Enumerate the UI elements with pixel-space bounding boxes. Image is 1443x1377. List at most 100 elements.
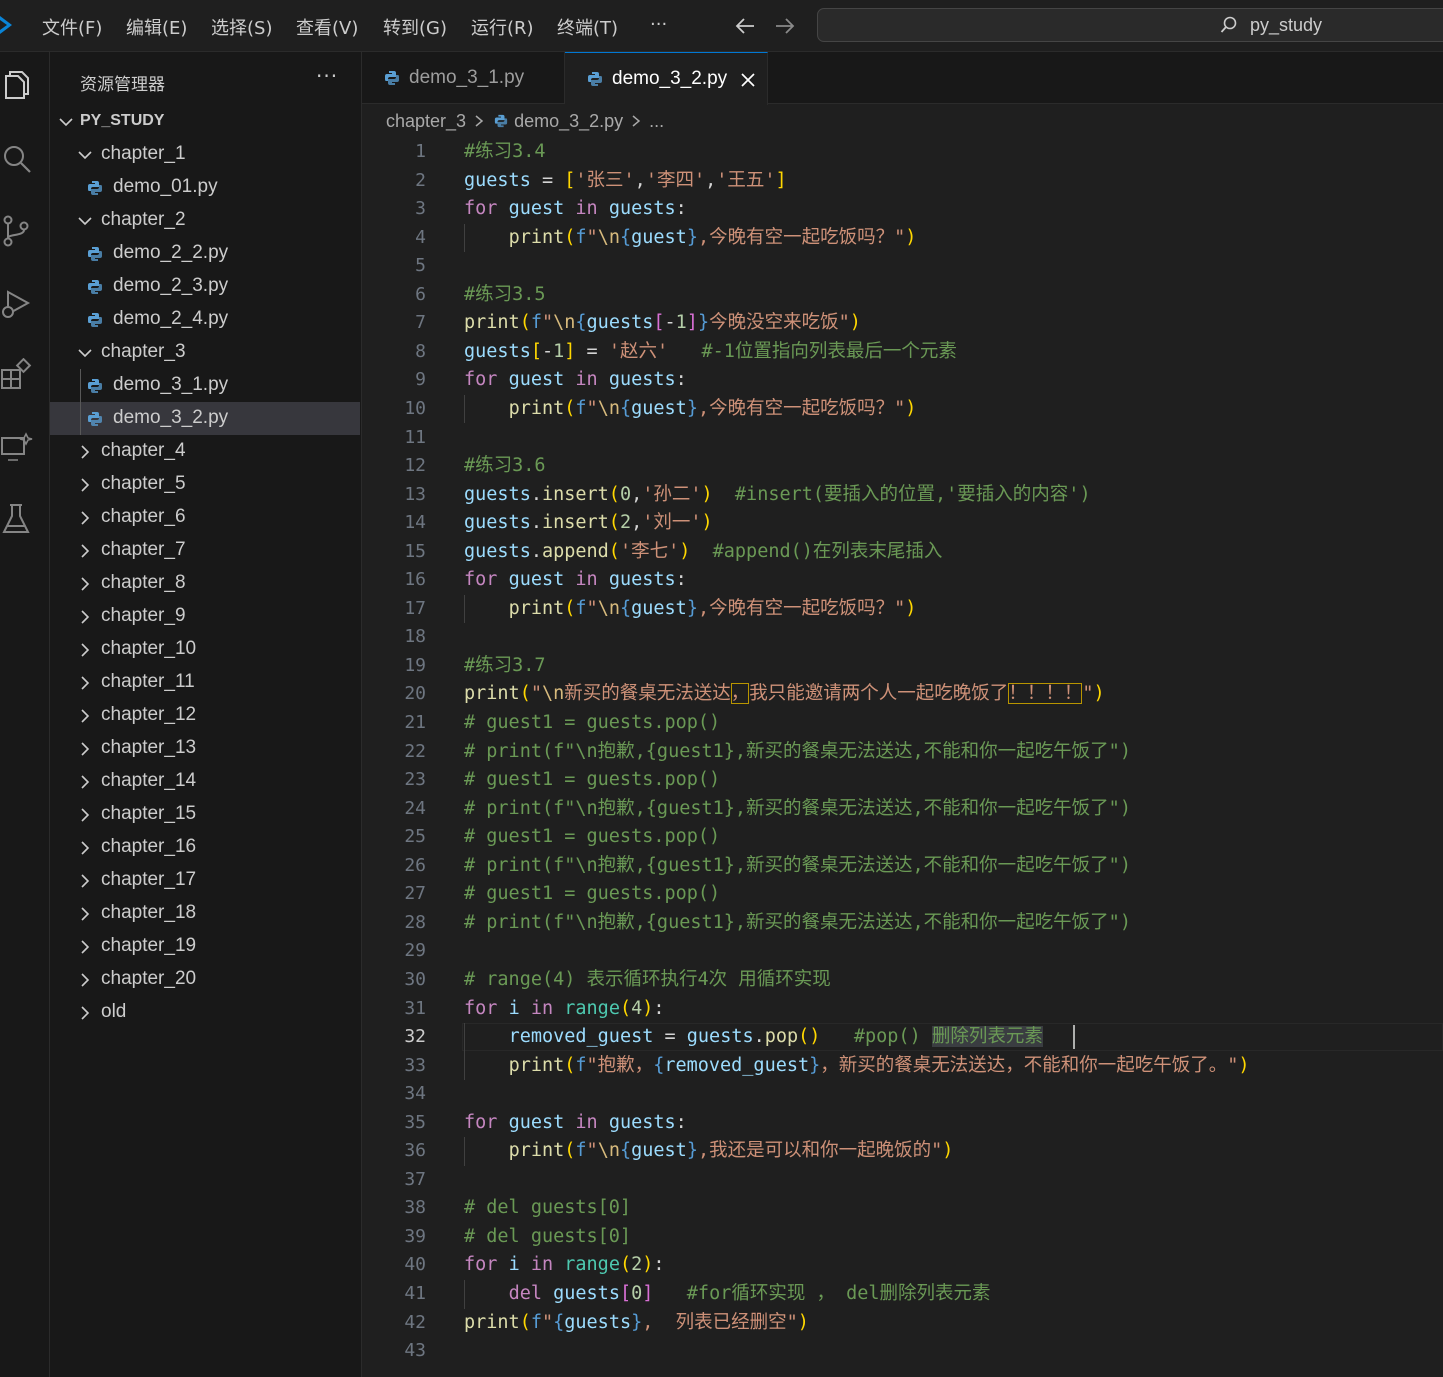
code-line[interactable]: 29: [362, 937, 1443, 965]
tree-file[interactable]: demo_2_2.py: [50, 237, 360, 270]
code-line[interactable]: 32 removed_guest = guests.pop() #pop() 删…: [362, 1023, 1443, 1051]
testing-flask-icon[interactable]: [0, 502, 34, 536]
code-line[interactable]: 17 print(f"\n{guest},今晚有空一起吃饭吗？"): [362, 595, 1443, 623]
code-line[interactable]: 11: [362, 424, 1443, 452]
tree-folder[interactable]: chapter_16: [50, 831, 360, 864]
code-line[interactable]: 27 # guest1 = guests.pop(): [362, 880, 1443, 908]
code-line[interactable]: 24 # print(f"\n抱歉,{guest1},新买的餐桌无法送达,不能和你…: [362, 795, 1443, 823]
tree-folder[interactable]: chapter_15: [50, 798, 360, 831]
code-line[interactable]: 23 # guest1 = guests.pop(): [362, 766, 1443, 794]
code-line[interactable]: 14 guests.insert(2,'刘一'): [362, 509, 1443, 537]
tree-folder[interactable]: chapter_4: [50, 435, 360, 468]
code-line[interactable]: 22 # print(f"\n抱歉,{guest1},新买的餐桌无法送达,不能和你…: [362, 738, 1443, 766]
menu-item[interactable]: 选择(S): [211, 14, 272, 40]
breadcrumb-folder[interactable]: chapter_3: [386, 111, 466, 131]
tree-file[interactable]: demo_2_3.py: [50, 270, 360, 303]
code-line[interactable]: 28 # print(f"\n抱歉,{guest1},新买的餐桌无法送达,不能和你…: [362, 909, 1443, 937]
code-line[interactable]: 13 guests.insert(0,'孙二') #insert(要插入的位置,'…: [362, 481, 1443, 509]
tree-folder[interactable]: chapter_3: [50, 336, 360, 369]
code-line[interactable]: 20 print("\n新买的餐桌无法送达，我只能邀请两个人一起吃晚饭了！！！！"…: [362, 680, 1443, 708]
tab-demo-3-1[interactable]: demo_3_1.py: [362, 52, 565, 104]
code-line[interactable]: 34: [362, 1080, 1443, 1108]
code-line[interactable]: 18: [362, 623, 1443, 651]
tab-demo-3-2[interactable]: demo_3_2.py: [565, 52, 768, 105]
tree-folder[interactable]: chapter_7: [50, 534, 360, 567]
code-editor[interactable]: 1 #练习3.4 2 guests = ['张三','李四','王五'] 3 for gu…: [362, 138, 1443, 1377]
menu-item[interactable]: 查看(V): [296, 14, 358, 40]
tree-folder[interactable]: chapter_13: [50, 732, 360, 765]
code-line[interactable]: 33 print(f"抱歉，{removed_guest}，新买的餐桌无法送达，…: [362, 1052, 1443, 1080]
code-line[interactable]: 1 #练习3.4: [362, 138, 1443, 166]
code-line[interactable]: 40 for i in range(2):: [362, 1251, 1443, 1279]
tree-file[interactable]: demo_01.py: [50, 171, 360, 204]
tree-file[interactable]: demo_2_4.py: [50, 303, 360, 336]
code-line[interactable]: 26 # print(f"\n抱歉,{guest1},新买的餐桌无法送达,不能和你…: [362, 852, 1443, 880]
run-debug-icon[interactable]: [0, 286, 34, 320]
tree-folder[interactable]: chapter_6: [50, 501, 360, 534]
menu-item[interactable]: 转到(G): [383, 14, 447, 40]
command-center-search[interactable]: py_study: [817, 8, 1443, 42]
code-line[interactable]: 43: [362, 1337, 1443, 1365]
code-line[interactable]: 3 for guest in guests:: [362, 195, 1443, 223]
workspace-root-folder[interactable]: PY_STUDY: [50, 109, 360, 135]
code-line[interactable]: 30 # range(4) 表示循环执行4次 用循环实现: [362, 966, 1443, 994]
sidebar-more-actions-button[interactable]: ···: [316, 64, 338, 88]
extensions-icon[interactable]: [0, 358, 34, 392]
tree-folder[interactable]: chapter_8: [50, 567, 360, 600]
code-line[interactable]: 39 # del guests[0]: [362, 1223, 1443, 1251]
tree-folder[interactable]: chapter_10: [50, 633, 360, 666]
menu-item[interactable]: 终端(T): [557, 14, 618, 40]
code-line[interactable]: 12 #练习3.6: [362, 452, 1443, 480]
line-number: 34: [404, 1083, 426, 1105]
vscode-logo-icon[interactable]: [0, 12, 18, 38]
tree-folder[interactable]: chapter_17: [50, 864, 360, 897]
tree-folder[interactable]: chapter_9: [50, 600, 360, 633]
search-icon[interactable]: [0, 142, 34, 176]
code-line[interactable]: 10 print(f"\n{guest},今晚有空一起吃饭吗？"): [362, 395, 1443, 423]
code-line[interactable]: 15 guests.append('李七') #append()在列表末尾插入: [362, 538, 1443, 566]
tree-file[interactable]: demo_3_1.py: [50, 369, 360, 402]
code-line[interactable]: 4 print(f"\n{guest},今晚有空一起吃饭吗？"): [362, 224, 1443, 252]
code-line[interactable]: 35 for guest in guests:: [362, 1109, 1443, 1137]
code-line[interactable]: 6 #练习3.5: [362, 281, 1443, 309]
code-line[interactable]: 21 # guest1 = guests.pop(): [362, 709, 1443, 737]
tree-folder[interactable]: chapter_19: [50, 930, 360, 963]
code-line[interactable]: 8 guests[-1] = '赵六' #-1位置指向列表最后一个元素: [362, 338, 1443, 366]
tree-folder[interactable]: chapter_20: [50, 963, 360, 996]
tree-folder[interactable]: old: [50, 996, 360, 1029]
tree-folder[interactable]: chapter_1: [50, 138, 360, 171]
arrow-left-icon[interactable]: [734, 16, 756, 36]
code-line[interactable]: 37: [362, 1166, 1443, 1194]
code-line[interactable]: 2 guests = ['张三','李四','王五']: [362, 167, 1443, 195]
code-line[interactable]: 31 for i in range(4):: [362, 995, 1443, 1023]
code-line[interactable]: 9 for guest in guests:: [362, 366, 1443, 394]
code-line[interactable]: 16 for guest in guests:: [362, 566, 1443, 594]
code-line[interactable]: 42 print(f"{guests}, 列表已经删空"): [362, 1309, 1443, 1337]
code-line[interactable]: 41 del guests[0] #for循环实现 ， del删除列表元素: [362, 1280, 1443, 1308]
code-line[interactable]: 38 # del guests[0]: [362, 1194, 1443, 1222]
breadcrumb-file[interactable]: demo_3_2.py: [514, 111, 623, 131]
code-line[interactable]: 25 # guest1 = guests.pop(): [362, 823, 1443, 851]
source-control-icon[interactable]: [0, 214, 34, 248]
menu-item[interactable]: 运行(R): [471, 14, 534, 40]
tree-folder[interactable]: chapter_5: [50, 468, 360, 501]
arrow-right-icon[interactable]: [774, 16, 796, 36]
tree-file[interactable]: demo_3_2.py: [50, 402, 360, 435]
files-explorer-icon[interactable]: [0, 70, 34, 104]
menu-more-button[interactable]: ···: [650, 14, 667, 35]
remote-explorer-icon[interactable]: [0, 430, 34, 464]
code-line[interactable]: 7 print(f"\n{guests[-1]}今晚没空来吃饭"): [362, 309, 1443, 337]
breadcrumb-symbol[interactable]: ...: [649, 111, 664, 131]
code-line[interactable]: 5: [362, 252, 1443, 280]
tree-folder[interactable]: chapter_14: [50, 765, 360, 798]
menu-item[interactable]: 文件(F): [42, 14, 102, 40]
tree-folder[interactable]: chapter_2: [50, 204, 360, 237]
code-line[interactable]: 36 print(f"\n{guest},我还是可以和你一起晚饭的"): [362, 1137, 1443, 1165]
code-line[interactable]: 19 #练习3.7: [362, 652, 1443, 680]
close-icon[interactable]: [740, 72, 756, 88]
tree-folder[interactable]: chapter_12: [50, 699, 360, 732]
tree-folder[interactable]: chapter_18: [50, 897, 360, 930]
line-number: 15: [404, 540, 426, 562]
tree-folder[interactable]: chapter_11: [50, 666, 360, 699]
menu-item[interactable]: 编辑(E): [126, 14, 187, 40]
